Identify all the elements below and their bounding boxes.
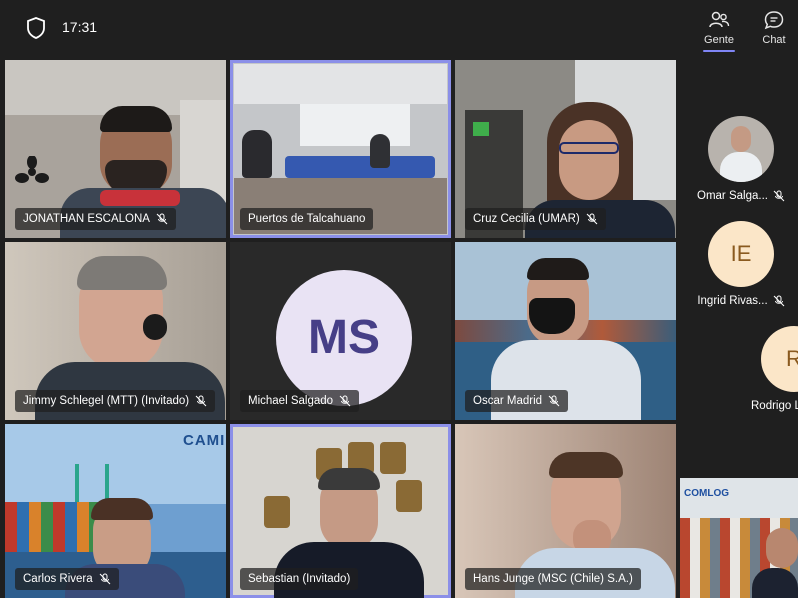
shirt-collar <box>100 190 180 206</box>
participant-name-tag: Carlos Rivera <box>15 568 119 590</box>
avatar-photo-face <box>731 126 751 152</box>
mic-muted-icon <box>548 395 560 407</box>
avatar: IE <box>708 221 774 287</box>
avatar <box>708 116 774 182</box>
participant-name-tag: JONATHAN ESCALONA <box>15 208 176 230</box>
person-face <box>559 120 619 200</box>
person-face <box>766 528 798 568</box>
mic-muted-icon <box>156 213 168 225</box>
side-participant[interactable]: R Rodrigo L <box>741 326 798 412</box>
exit-sign <box>473 122 489 136</box>
room-table <box>285 156 435 178</box>
participant-name: Oscar Madrid <box>473 395 543 407</box>
mic-muted-icon <box>773 190 785 202</box>
video-tile-michael[interactable]: MS Michael Salgado <box>230 242 451 420</box>
person-hair <box>100 106 172 132</box>
video-tile-jimmy[interactable]: Jimmy Schlegel (MTT) (Invitado) <box>5 242 226 420</box>
meeting-time: 17:31 <box>62 19 98 35</box>
participant-name: Cruz Cecilia (UMAR) <box>473 213 580 225</box>
face-mask <box>529 298 575 334</box>
wall-plaques <box>380 442 406 474</box>
participant-name-tag: Cruz Cecilia (UMAR) <box>465 208 606 230</box>
person-hair <box>527 258 589 280</box>
fan-icon <box>15 156 49 183</box>
person-hair <box>77 256 167 290</box>
person-glasses <box>559 142 619 154</box>
meeting-top-bar: 17:31 Gente Chat <box>0 0 798 58</box>
room-whiteboard <box>300 104 410 146</box>
video-tile-jonathan[interactable]: JONATHAN ESCALONA <box>5 60 226 238</box>
shield-icon[interactable] <box>26 17 46 39</box>
cami-logo: CAMI <box>183 432 226 449</box>
mic-muted-icon <box>586 213 598 225</box>
room-people <box>242 130 272 178</box>
participant-name: Puertos de Talcahuano <box>248 213 366 225</box>
video-tile-carlos[interactable]: CAMI Carlos Rivera <box>5 424 226 598</box>
avatar-photo-shirt <box>720 152 762 182</box>
participant-name-tag: Hans Junge (MSC (Chile) S.A.) <box>465 568 641 590</box>
side-participant-name-row: Ingrid Rivas... <box>687 295 795 307</box>
chat-button[interactable]: Chat <box>752 8 796 52</box>
mic-muted-icon <box>339 395 351 407</box>
participant-name: Rodrigo L <box>751 400 798 412</box>
participant-name: Ingrid Rivas... <box>697 295 768 307</box>
headset <box>143 314 167 340</box>
participant-name: Carlos Rivera <box>23 573 93 585</box>
active-tab-indicator <box>703 50 735 52</box>
mic-muted-icon <box>773 295 785 307</box>
people-icon <box>709 11 730 28</box>
chat-icon <box>764 11 784 30</box>
video-tile-cruz-cecilia[interactable]: Cruz Cecilia (UMAR) <box>455 60 676 238</box>
comlog-logo: COMLOG <box>684 488 729 499</box>
participant-name: JONATHAN ESCALONA <box>23 213 150 225</box>
video-tile-oscar[interactable]: Oscar Madrid <box>455 242 676 420</box>
room-people <box>370 134 390 168</box>
participant-name: Hans Junge (MSC (Chile) S.A.) <box>473 573 633 585</box>
avatar: MS <box>276 270 412 406</box>
mic-muted-icon <box>195 395 207 407</box>
participant-name-tag: Jimmy Schlegel (MTT) (Invitado) <box>15 390 216 412</box>
people-button[interactable]: Gente <box>697 8 741 52</box>
wall-plaques <box>264 496 290 528</box>
participant-name: Jimmy Schlegel (MTT) (Invitado) <box>23 395 190 407</box>
participant-name-tag: Oscar Madrid <box>465 390 569 412</box>
person-hair <box>318 468 380 490</box>
side-participant-name-row: Rodrigo L <box>751 400 798 412</box>
participant-name: Michael Salgado <box>248 395 334 407</box>
person-shirt <box>752 568 798 598</box>
person-hair <box>549 452 623 478</box>
side-participant[interactable]: Omar Salga... <box>687 116 795 202</box>
video-tile-sebastian[interactable]: Sebastian (Invitado) <box>230 424 451 598</box>
side-participant-name-row: Omar Salga... <box>687 190 795 202</box>
participant-name: Omar Salga... <box>697 190 768 202</box>
video-tile-puertos[interactable]: Puertos de Talcahuano <box>230 60 451 238</box>
mic-muted-icon <box>99 573 111 585</box>
participant-name-tag: Puertos de Talcahuano <box>240 208 374 230</box>
avatar: R <box>761 326 798 392</box>
participant-name: Sebastian (Invitado) <box>248 573 351 585</box>
participant-name-tag: Michael Salgado <box>240 390 360 412</box>
participant-name-tag: Sebastian (Invitado) <box>240 568 359 590</box>
people-label: Gente <box>704 34 734 46</box>
room-ceiling <box>234 64 447 104</box>
person-hair <box>91 498 153 520</box>
chat-label: Chat <box>762 34 786 46</box>
side-video-tile[interactable]: COMLOG <box>680 478 798 598</box>
side-participant[interactable]: IE Ingrid Rivas... <box>687 221 795 307</box>
containers <box>5 502 105 552</box>
wall-plaques <box>396 480 422 512</box>
video-tile-hans[interactable]: Hans Junge (MSC (Chile) S.A.) <box>455 424 676 598</box>
